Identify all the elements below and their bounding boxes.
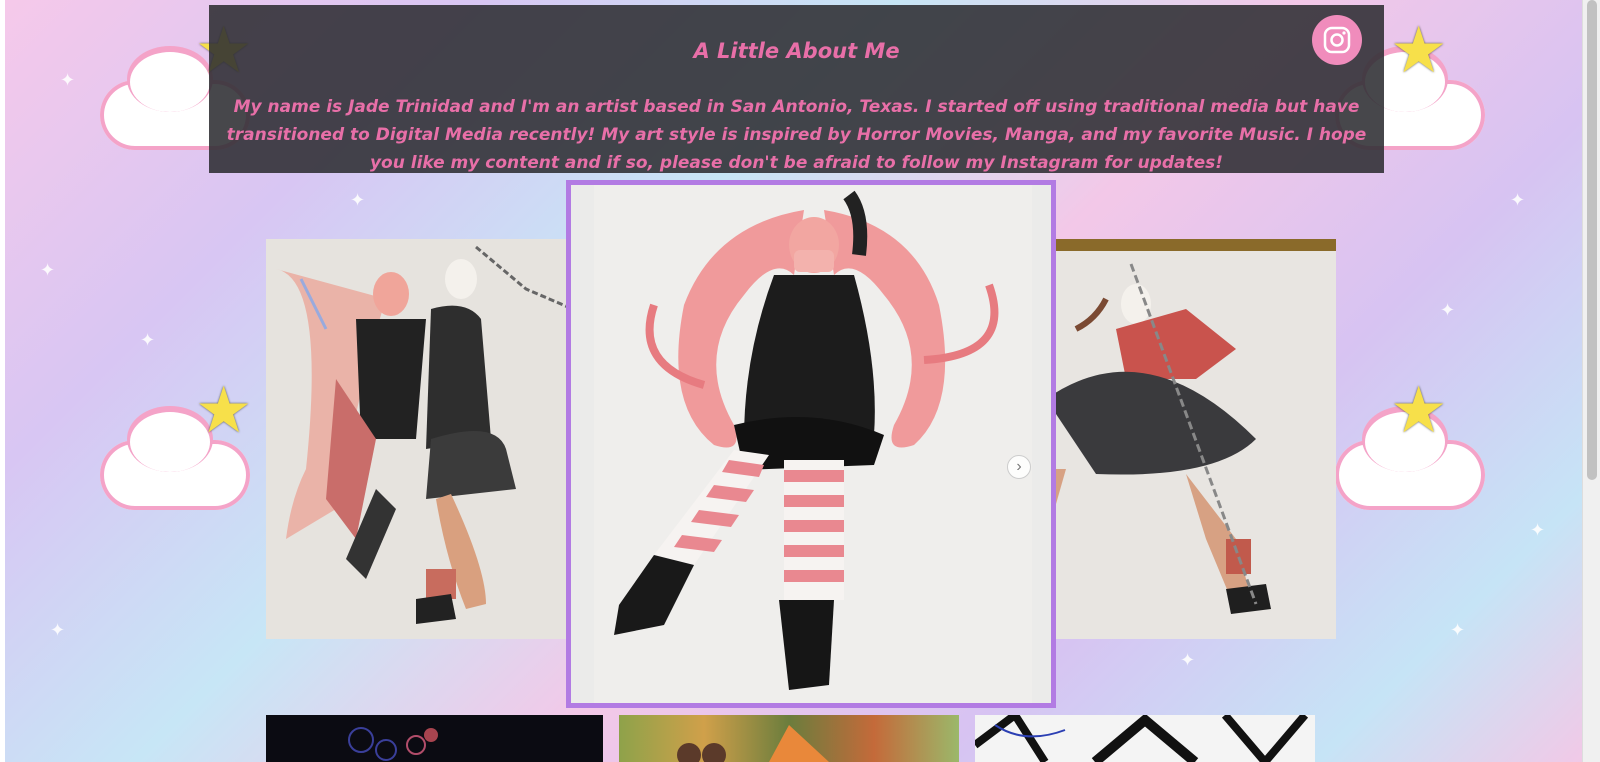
sparkle-decoration: ✦ [50, 620, 66, 640]
sparkle-decoration: ✦ [140, 330, 156, 350]
star-decoration: ★ [1390, 14, 1448, 86]
next-arrow-button[interactable]: › [1007, 455, 1031, 479]
sparkle-decoration: ✦ [1440, 300, 1456, 320]
gallery-image-main[interactable] [594, 185, 1032, 703]
gallery-thumbnail[interactable] [975, 715, 1315, 762]
star-decoration: ★ [1390, 374, 1448, 446]
gallery-thumbnail[interactable] [619, 715, 959, 762]
vertical-scrollbar[interactable] [1582, 0, 1600, 762]
about-description: My name is Jade Trinidad and I'm an arti… [226, 97, 1367, 173]
gallery-thumbnail[interactable] [266, 715, 603, 762]
sparkle-decoration: ✦ [350, 190, 366, 210]
instagram-button[interactable] [1312, 15, 1362, 65]
sparkle-decoration: ✦ [1180, 650, 1196, 670]
about-title: A Little About Me [693, 39, 900, 63]
sparkle-decoration: ✦ [60, 70, 76, 90]
instagram-icon [1323, 26, 1351, 54]
sparkle-decoration: ✦ [1530, 520, 1546, 540]
sparkle-decoration: ✦ [1510, 190, 1526, 210]
cloud-decoration [1335, 412, 1485, 510]
page-edge [0, 0, 5, 762]
about-panel: A Little About Me My name is Jade Trinid… [209, 5, 1384, 173]
star-decoration: ★ [195, 374, 253, 446]
sparkle-decoration: ✦ [40, 260, 56, 280]
gallery-image-left[interactable] [266, 239, 596, 639]
sparkle-decoration: ✦ [1450, 620, 1466, 640]
cloud-decoration [100, 412, 250, 510]
scrollbar-thumb[interactable] [1587, 0, 1597, 480]
